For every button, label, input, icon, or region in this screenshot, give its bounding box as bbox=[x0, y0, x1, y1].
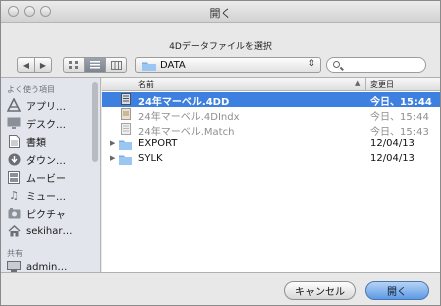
file-date: 今日、15:44 bbox=[370, 112, 429, 123]
sidebar-item-movies[interactable]: ムービー bbox=[7, 168, 95, 186]
file-name: 24年マーベル.4DIndx bbox=[138, 112, 240, 123]
file-list: 名前 ▲ 変更日 24年マーベル.4DD 今日、15:44 24年マーベル.4D… bbox=[102, 78, 440, 272]
sidebar-item-music[interactable]: ♫ ミュー… bbox=[7, 186, 95, 204]
list-row-file[interactable]: 24年マーベル.4DIndx 今日、15:44 bbox=[102, 107, 440, 123]
column-header-date[interactable]: 変更日 bbox=[370, 79, 394, 90]
toolbar: ◀ ▶ DATA ⇕ bbox=[1, 57, 440, 79]
pictures-icon bbox=[7, 206, 21, 220]
downloads-icon bbox=[7, 152, 21, 166]
sidebar-item-applications[interactable]: アプリ… bbox=[7, 96, 95, 114]
folder-icon bbox=[119, 140, 132, 150]
list-row-file[interactable]: 24年マーベル.Match 今日、15:43 bbox=[102, 122, 440, 138]
applications-icon bbox=[7, 98, 21, 112]
sidebar-item-label: sekihar… bbox=[26, 225, 73, 237]
movies-icon bbox=[7, 170, 21, 184]
list-row-folder[interactable]: ▶ EXPORT 12/04/13 bbox=[102, 137, 440, 152]
sidebar-item-label: ミュー… bbox=[26, 191, 66, 203]
forward-arrow-icon: ▶ bbox=[39, 60, 47, 70]
folder-date: 12/04/13 bbox=[370, 153, 415, 164]
desktop-icon bbox=[7, 116, 21, 130]
sidebar-header-places: よく使う項目 bbox=[7, 85, 55, 94]
sidebar-item-label: ムービー bbox=[26, 173, 66, 185]
path-popup[interactable]: DATA ⇕ bbox=[135, 57, 321, 73]
column-view-button[interactable] bbox=[105, 57, 127, 73]
disclosure-triangle-icon[interactable]: ▶ bbox=[110, 139, 115, 147]
sidebar-item-documents[interactable]: 書類 bbox=[7, 132, 95, 150]
icon-grid-icon bbox=[69, 60, 78, 69]
back-arrow-icon: ◀ bbox=[22, 60, 30, 70]
folder-icon bbox=[119, 155, 132, 165]
window-title: 開く bbox=[209, 7, 232, 20]
sidebar-item-pictures[interactable]: ピクチャ bbox=[7, 204, 95, 222]
music-icon: ♫ bbox=[9, 188, 19, 202]
document-file-icon bbox=[121, 123, 131, 135]
folder-date: 12/04/13 bbox=[370, 138, 415, 149]
home-icon bbox=[7, 224, 21, 238]
sidebar-item-home[interactable]: sekihar… bbox=[7, 222, 95, 240]
open-button[interactable]: 開く bbox=[365, 281, 429, 300]
file-date: 今日、15:43 bbox=[370, 127, 429, 138]
title-bar: 開く bbox=[1, 1, 440, 23]
file-browser: よく使う項目 アプリ… デスク… 書類 ダウン… ムービー ♫ ミュー… ピクチ… bbox=[1, 77, 440, 273]
sidebar-item-label: ダウン… bbox=[26, 155, 66, 167]
file-name: 24年マーベル.Match bbox=[138, 127, 235, 138]
4d-database-file-icon bbox=[121, 93, 131, 105]
list-row-file[interactable]: 24年マーベル.4DD 今日、15:44 bbox=[102, 92, 440, 108]
updown-arrows-icon: ⇕ bbox=[307, 59, 315, 69]
cancel-button[interactable]: キャンセル bbox=[284, 281, 356, 300]
file-name: 24年マーベル.4DD bbox=[138, 97, 230, 108]
sidebar-item-label: デスク… bbox=[26, 119, 66, 131]
list-view-button[interactable] bbox=[84, 57, 106, 73]
disclosure-triangle-icon[interactable]: ▶ bbox=[110, 154, 115, 162]
index-file-icon bbox=[121, 108, 131, 120]
documents-icon bbox=[7, 134, 21, 148]
sidebar-item-label: ピクチャ bbox=[26, 209, 66, 221]
folder-name: SYLK bbox=[138, 153, 163, 164]
sidebar-item-desktop[interactable]: デスク… bbox=[7, 114, 95, 132]
icon-view-button[interactable] bbox=[63, 57, 85, 73]
sort-ascending-icon: ▲ bbox=[355, 79, 361, 87]
sidebar-item-downloads[interactable]: ダウン… bbox=[7, 150, 95, 168]
list-header: 名前 ▲ 変更日 bbox=[102, 78, 440, 91]
search-field[interactable] bbox=[326, 57, 426, 73]
list-row-folder[interactable]: ▶ SYLK 12/04/13 bbox=[102, 152, 440, 167]
path-label: DATA bbox=[160, 60, 186, 71]
sidebar: よく使う項目 アプリ… デスク… 書類 ダウン… ムービー ♫ ミュー… ピクチ… bbox=[1, 78, 101, 272]
column-separator[interactable] bbox=[365, 78, 366, 90]
sidebar-item-label: 書類 bbox=[26, 137, 46, 149]
search-icon bbox=[333, 61, 340, 68]
list-lines-icon bbox=[90, 61, 100, 69]
folder-icon bbox=[142, 62, 156, 71]
open-dialog-window: 開く 4Dデータファイルを選択 ◀ ▶ DATA ⇕ よく使う項目 アプリ… デ… bbox=[0, 0, 441, 306]
sidebar-item-shared-computer[interactable]: admin… bbox=[7, 258, 95, 272]
forward-button[interactable]: ▶ bbox=[34, 57, 52, 73]
file-date: 今日、15:44 bbox=[370, 97, 432, 108]
dialog-message: 4Dデータファイルを選択 bbox=[169, 42, 272, 52]
column-header-name[interactable]: 名前 bbox=[138, 79, 154, 90]
sidebar-item-label: admin… bbox=[26, 261, 68, 273]
folder-name: EXPORT bbox=[138, 138, 178, 149]
sidebar-item-label: アプリ… bbox=[26, 101, 66, 113]
sidebar-scrollbar[interactable] bbox=[92, 82, 98, 162]
dialog-buttons: キャンセル 開く bbox=[1, 273, 440, 305]
back-button[interactable]: ◀ bbox=[17, 57, 35, 73]
computer-icon bbox=[7, 260, 21, 272]
columns-icon bbox=[110, 60, 122, 70]
